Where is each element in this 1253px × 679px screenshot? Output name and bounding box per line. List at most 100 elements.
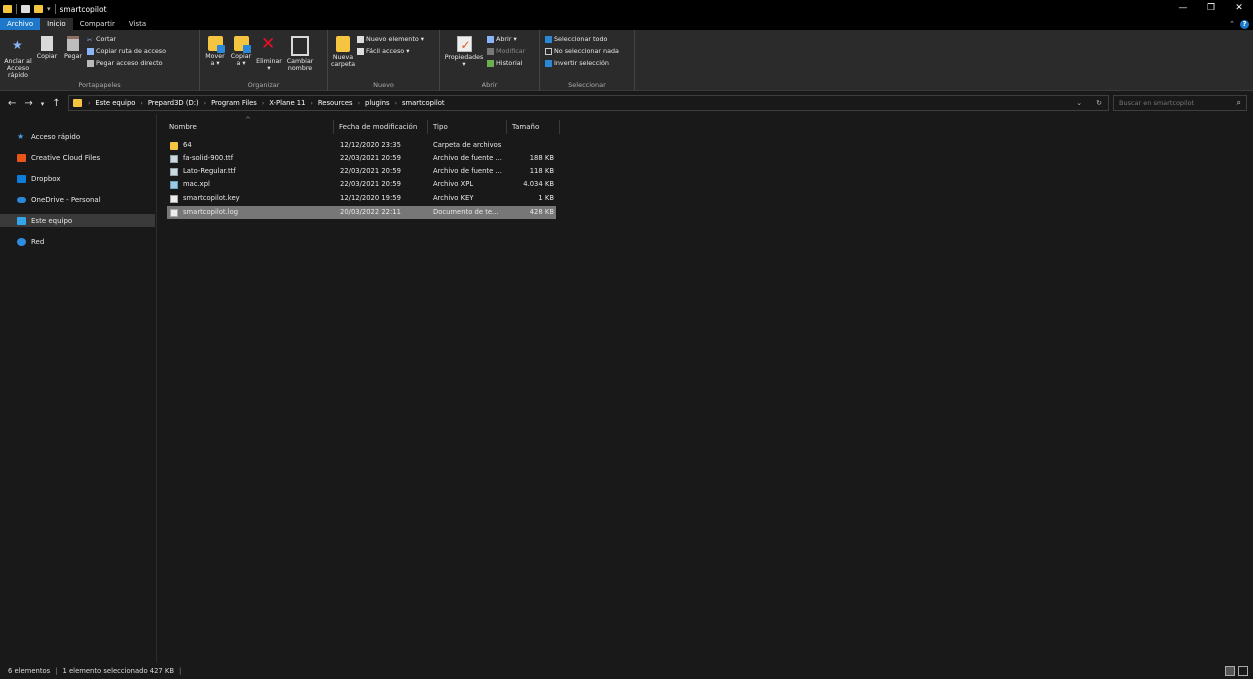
file-date: 22/03/2021 20:59 xyxy=(340,167,401,175)
open-group: Propiedades ▾ Abrir ▾ Modificar Historia… xyxy=(440,30,540,91)
divider: | xyxy=(179,667,182,675)
column-label: Nombre xyxy=(169,123,197,131)
properties-icon xyxy=(456,36,472,52)
history-button[interactable]: Historial xyxy=(487,59,525,67)
divider xyxy=(54,4,56,14)
select-none-button[interactable]: No seleccionar nada xyxy=(545,47,619,55)
tab-archivo[interactable]: Archivo xyxy=(0,18,41,30)
copy-to-label: Copiar a ▾ xyxy=(230,53,252,67)
cut-button[interactable]: ✂ Cortar xyxy=(87,35,166,44)
address-row: ← → ▾ ↑ › Este equipo › Prepard3D (D:) ›… xyxy=(0,92,1253,114)
ribbon-tabs: Archivo Inicio Compartir Vista ⌃ ? xyxy=(0,18,1253,30)
status-bar: 6 elementos | 1 elemento seleccionado 42… xyxy=(0,663,1253,679)
file-row[interactable]: smartcopilot.key 12/12/2020 19:59 Archiv… xyxy=(167,192,556,205)
nav-item-label: Creative Cloud Files xyxy=(31,153,101,162)
up-arrow-icon[interactable]: ↑ xyxy=(52,98,60,109)
address-dropdown-icon[interactable]: ⌄ xyxy=(1076,99,1082,107)
details-view-icon[interactable] xyxy=(1225,666,1235,676)
file-size: 1 KB xyxy=(538,194,554,202)
navigation-pane: Acceso rápido Creative Cloud Files Dropb… xyxy=(0,114,157,663)
column-header-type[interactable]: Tipo xyxy=(429,120,507,134)
edit-button[interactable]: Modificar xyxy=(487,47,525,55)
file-date: 22/03/2021 20:59 xyxy=(340,154,401,162)
back-arrow-icon[interactable]: ← xyxy=(8,98,16,109)
column-header-name[interactable]: Nombre xyxy=(165,120,334,134)
edit-label: Modificar xyxy=(496,47,526,55)
tab-compartir[interactable]: Compartir xyxy=(73,18,122,30)
nav-item-creative-cloud[interactable]: Creative Cloud Files xyxy=(0,151,155,164)
search-icon[interactable]: ⌕ xyxy=(1237,98,1241,108)
column-header-date[interactable]: Fecha de modificación xyxy=(335,120,428,134)
tab-inicio[interactable]: Inicio xyxy=(40,18,73,30)
window-controls: — ❐ ✕ xyxy=(1169,0,1253,18)
cut-label: Cortar xyxy=(96,35,117,43)
file-type: Archivo de fuente ... xyxy=(433,154,502,162)
chevron-right-icon[interactable]: › xyxy=(262,100,264,107)
nav-item-label: Dropbox xyxy=(31,174,61,183)
nav-item-red[interactable]: Red xyxy=(0,235,155,248)
nav-item-este-equipo[interactable]: Este equipo xyxy=(0,214,155,227)
file-row[interactable]: Lato-Regular.ttf 22/03/2021 20:59 Archiv… xyxy=(167,165,556,178)
file-date: 12/12/2020 19:59 xyxy=(340,194,401,202)
search-input[interactable] xyxy=(1119,99,1227,107)
file-row-selected[interactable]: smartcopilot.log 20/03/2022 22:11 Docume… xyxy=(167,206,556,219)
minimize-button[interactable]: — xyxy=(1169,0,1197,18)
address-bar[interactable]: › Este equipo › Prepard3D (D:) › Program… xyxy=(68,95,1109,111)
breadcrumb-plugins[interactable]: plugins xyxy=(365,99,390,107)
chevron-right-icon[interactable]: › xyxy=(358,100,360,107)
expand-ribbon-icon[interactable]: ⌃ xyxy=(1229,20,1235,28)
help-icon[interactable]: ? xyxy=(1240,19,1249,29)
file-name: 64 xyxy=(183,141,192,149)
column-header-size[interactable]: Tamaño xyxy=(508,120,560,134)
chevron-right-icon[interactable]: › xyxy=(88,100,90,107)
breadcrumb-xplane[interactable]: X-Plane 11 xyxy=(269,99,305,107)
group-label: Abrir xyxy=(481,81,498,89)
chevron-right-icon[interactable]: › xyxy=(140,100,142,107)
easy-access-label: Fácil acceso ▾ xyxy=(366,47,410,55)
customize-qat-icon[interactable]: ▾ xyxy=(47,5,51,13)
view-switcher xyxy=(1225,666,1248,676)
select-all-button[interactable]: Seleccionar todo xyxy=(545,35,619,43)
nav-item-dropbox[interactable]: Dropbox xyxy=(0,172,155,185)
refresh-icon[interactable]: ↻ xyxy=(1096,99,1102,107)
chevron-right-icon[interactable]: › xyxy=(395,100,397,107)
file-row[interactable]: mac.xpl 22/03/2021 20:59 Archivo XPL 4.0… xyxy=(167,178,556,191)
copy-path-button[interactable]: Copiar ruta de acceso xyxy=(87,47,166,55)
file-type: Documento de te... xyxy=(433,208,499,216)
breadcrumb-resources[interactable]: Resources xyxy=(318,99,353,107)
chevron-right-icon[interactable]: › xyxy=(204,100,206,107)
invert-selection-button[interactable]: Invertir selección xyxy=(545,59,619,67)
breadcrumb-este-equipo[interactable]: Este equipo xyxy=(95,99,135,107)
file-size: 118 KB xyxy=(529,167,554,175)
chevron-right-icon[interactable]: › xyxy=(310,100,312,107)
pin-icon xyxy=(9,36,27,56)
open-button[interactable]: Abrir ▾ xyxy=(487,35,525,43)
group-label: Nuevo xyxy=(373,81,394,89)
close-button[interactable]: ✕ xyxy=(1225,0,1253,18)
select-group: Seleccionar todo No seleccionar nada Inv… xyxy=(540,30,635,91)
open-label: Abrir ▾ xyxy=(496,35,517,43)
breadcrumb-program-files[interactable]: Program Files xyxy=(211,99,257,107)
nav-item-onedrive[interactable]: OneDrive - Personal xyxy=(0,193,155,206)
file-row[interactable]: fa-solid-900.ttf 22/03/2021 20:59 Archiv… xyxy=(167,152,556,165)
file-name: fa-solid-900.ttf xyxy=(183,154,234,162)
breadcrumb-smartcopilot[interactable]: smartcopilot xyxy=(402,99,445,107)
recent-locations-chevron-icon[interactable]: ▾ xyxy=(41,100,45,109)
nav-item-label: OneDrive - Personal xyxy=(31,195,101,204)
new-item-button[interactable]: Nuevo elemento ▾ xyxy=(357,35,424,43)
easy-access-icon xyxy=(357,47,364,55)
search-box[interactable]: ⌕ xyxy=(1113,95,1247,111)
nav-item-acceso-rapido[interactable]: Acceso rápido xyxy=(0,130,155,143)
creative-cloud-icon xyxy=(17,153,26,162)
maximize-button[interactable]: ❐ xyxy=(1197,0,1225,18)
file-row[interactable]: 64 12/12/2020 23:35 Carpeta de archivos xyxy=(167,139,556,152)
breadcrumb-drive[interactable]: Prepard3D (D:) xyxy=(148,99,199,107)
forward-arrow-icon[interactable]: → xyxy=(24,98,32,109)
paste-shortcut-button[interactable]: Pegar acceso directo xyxy=(87,59,166,67)
invert-selection-icon xyxy=(545,59,552,67)
large-icons-view-icon[interactable] xyxy=(1238,666,1248,676)
easy-access-button[interactable]: Fácil acceso ▾ xyxy=(357,47,424,55)
new-folder-qat-icon[interactable] xyxy=(34,5,43,13)
properties-qat-icon[interactable] xyxy=(21,5,30,13)
tab-vista[interactable]: Vista xyxy=(122,18,153,30)
